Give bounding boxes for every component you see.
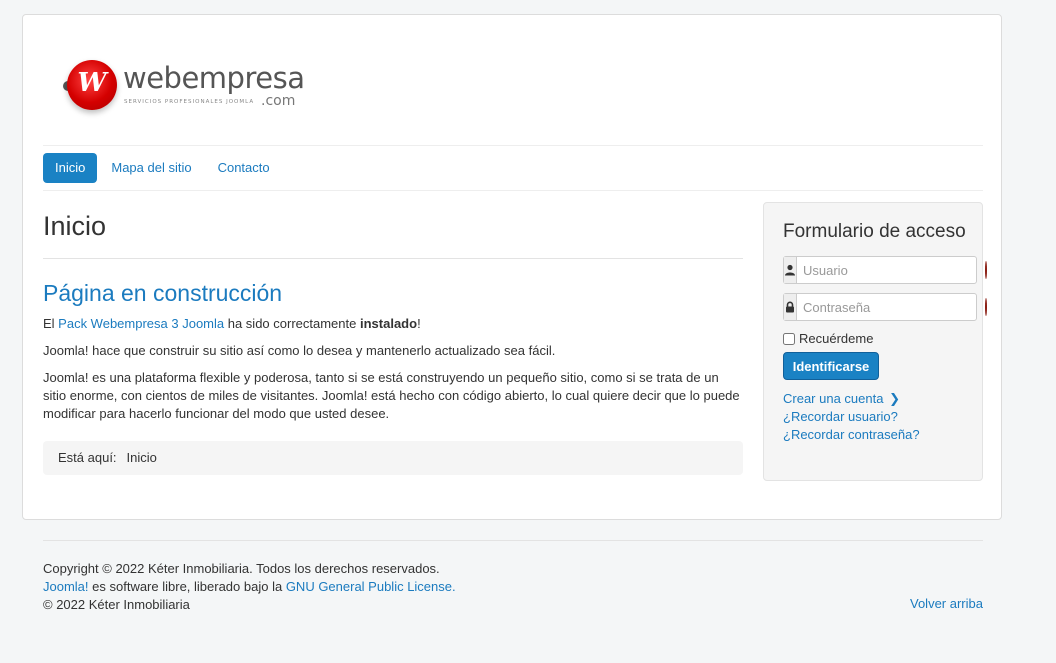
- footer: Copyright © 2022 Kéter Inmobiliaria. Tod…: [43, 560, 983, 614]
- main-nav: Inicio Mapa del sitio Contacto: [43, 153, 284, 183]
- list-item: ¿Recordar usuario?: [783, 408, 920, 426]
- username-input[interactable]: [797, 257, 985, 283]
- password-manager-icon[interactable]: [985, 298, 987, 316]
- remind-password-link[interactable]: ¿Recordar contraseña?: [783, 427, 920, 442]
- login-panel: Formulario de acceso Recuérdeme Identifi…: [763, 202, 987, 481]
- password-input[interactable]: [797, 294, 985, 320]
- article-paragraph-3: Joomla! es una plataforma flexible y pod…: [43, 370, 740, 421]
- logo-suffix: .com: [261, 93, 296, 109]
- license-text: es software libre, liberado bajo la: [88, 579, 286, 594]
- breadcrumb-current: Inicio: [126, 450, 157, 465]
- site-logo[interactable]: webempresa SERVICIOS PROFESIONALES JOOML…: [63, 55, 323, 125]
- p1-prefix: El: [43, 316, 59, 331]
- create-account-label: Crear una cuenta: [783, 391, 884, 406]
- title-divider: [43, 258, 743, 259]
- breadcrumb: Está aquí: Inicio: [43, 441, 743, 475]
- chevron-right-icon: ❯: [889, 391, 900, 406]
- joomla-link[interactable]: Joomla!: [43, 579, 89, 594]
- lock-icon: [784, 294, 797, 320]
- breadcrumb-label: Está aquí:: [58, 450, 117, 465]
- pack-link[interactable]: Pack Webempresa 3 Joomla: [58, 316, 224, 331]
- p1-middle: ha sido correctamente: [224, 316, 360, 331]
- nav-item-contacto[interactable]: Contacto: [206, 153, 282, 183]
- login-links: Crear una cuenta ❯ ¿Recordar usuario? ¿R…: [783, 390, 920, 444]
- nav-divider: [43, 190, 983, 191]
- nav-item-mapa-del-sitio[interactable]: Mapa del sitio: [99, 153, 203, 183]
- gpl-link[interactable]: GNU General Public License.: [286, 579, 456, 594]
- page-container: webempresa SERVICIOS PROFESIONALES JOOML…: [22, 14, 1002, 520]
- username-field: [783, 256, 987, 284]
- logo-tagline: SERVICIOS PROFESIONALES JOOMLA: [124, 99, 255, 105]
- list-item: Crear una cuenta ❯: [783, 390, 920, 408]
- p1-suffix: !: [417, 316, 421, 331]
- page-title: Inicio: [43, 211, 107, 241]
- footer-license: Joomla! es software libre, liberado bajo…: [43, 578, 983, 596]
- remember-checkbox[interactable]: [783, 332, 795, 345]
- back-to-top-link[interactable]: Volver arriba: [910, 596, 983, 611]
- nav-item-inicio[interactable]: Inicio: [43, 153, 98, 183]
- article-title[interactable]: Página en construcción: [43, 280, 282, 307]
- remember-me[interactable]: Recuérdeme: [783, 331, 873, 346]
- list-item: ¿Recordar contraseña?: [783, 426, 920, 444]
- login-button[interactable]: Identificarse: [783, 352, 879, 380]
- password-field: [783, 293, 987, 321]
- footer-copyright: Copyright © 2022 Kéter Inmobiliaria. Tod…: [43, 561, 440, 576]
- remind-username-link[interactable]: ¿Recordar usuario?: [783, 409, 898, 424]
- footer-owner: © 2022 Kéter Inmobiliaria: [43, 597, 190, 612]
- password-manager-icon[interactable]: [985, 261, 987, 279]
- article-paragraph-1: El Pack Webempresa 3 Joomla ha sido corr…: [43, 315, 743, 333]
- login-title: Formulario de acceso: [783, 221, 966, 242]
- header-divider: [43, 145, 983, 146]
- p1-bold: instalado: [359, 316, 418, 331]
- logo-mark-icon: [67, 60, 117, 110]
- create-account-link[interactable]: Crear una cuenta ❯: [783, 391, 900, 406]
- remember-label: Recuérdeme: [799, 331, 874, 346]
- footer-divider: [43, 540, 983, 541]
- logo-brand-name: webempresa: [123, 61, 305, 95]
- user-icon: [784, 257, 797, 283]
- article-paragraph-2: Joomla! hace que construir su sitio así …: [43, 343, 556, 358]
